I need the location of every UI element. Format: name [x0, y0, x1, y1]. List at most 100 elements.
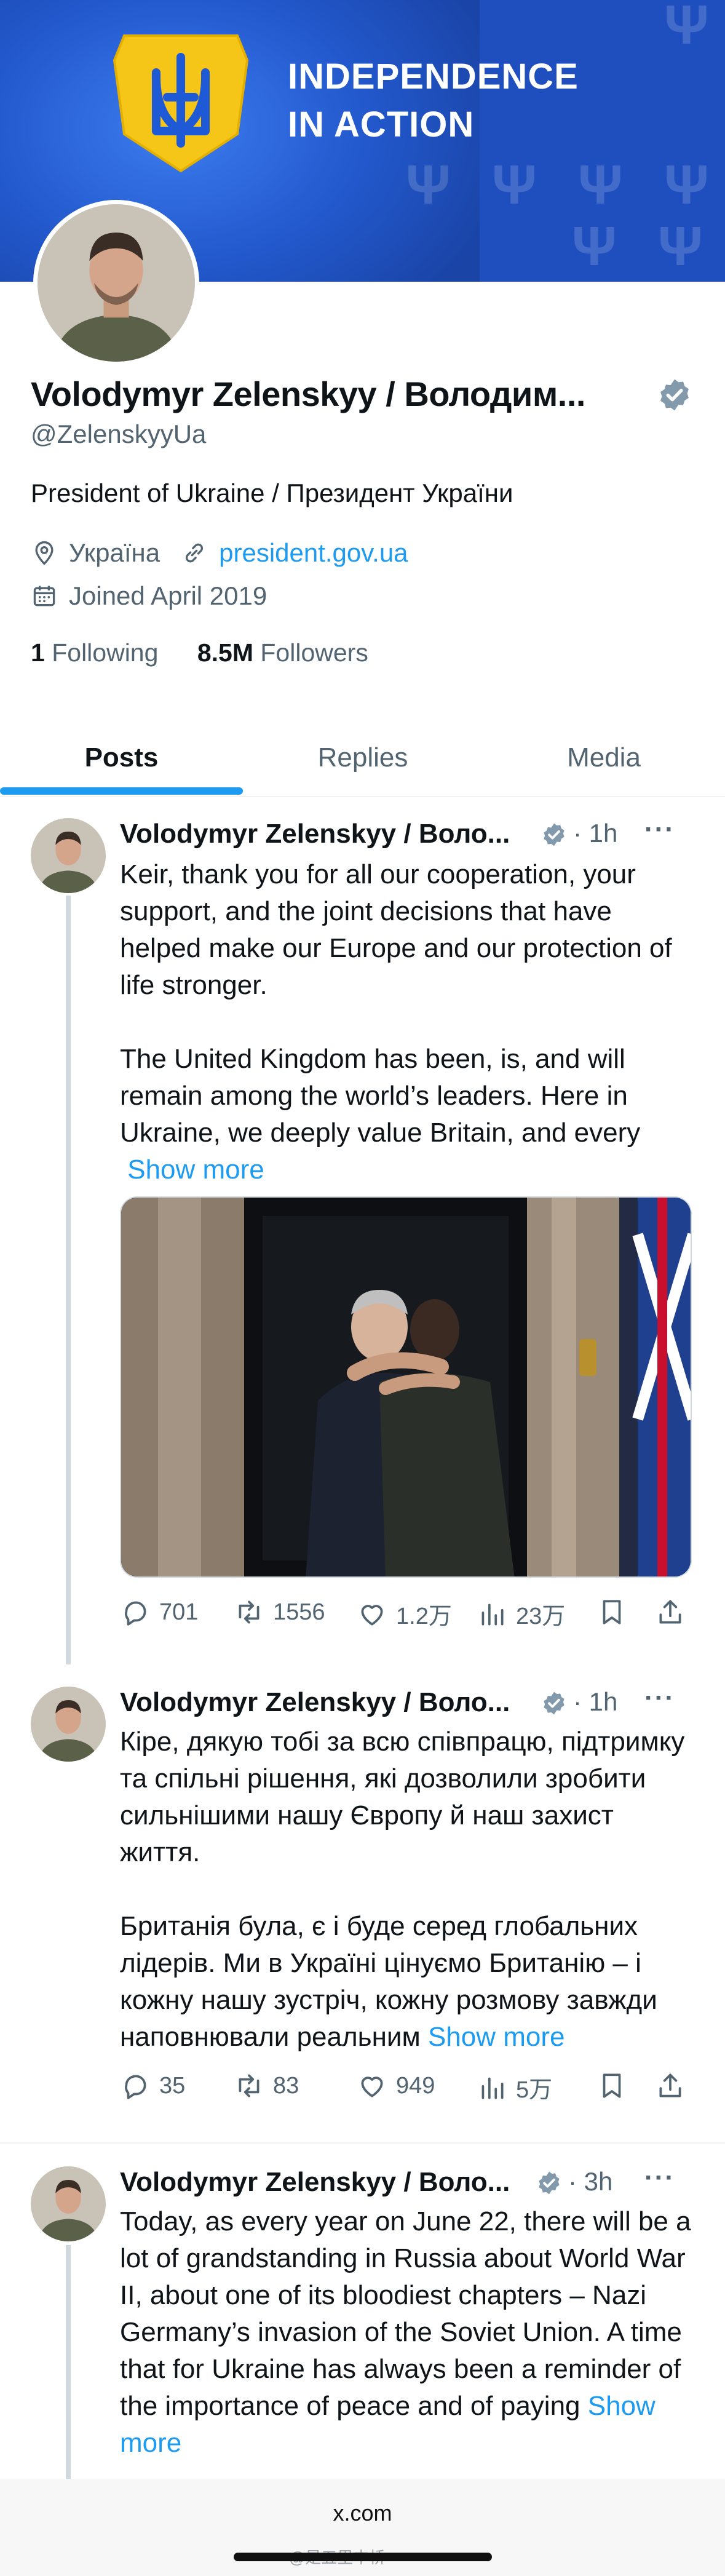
views-button[interactable]: 23万 — [477, 1597, 565, 1631]
profile-joined: Joined April 2019 — [69, 581, 267, 610]
trident-pattern-icon: Ψ — [572, 216, 617, 277]
tweet-avatar[interactable] — [31, 818, 106, 893]
repost-count: 1556 — [273, 1599, 325, 1625]
profile-bio: President of Ukraine / Президент України — [31, 479, 513, 507]
profile-website-link[interactable]: president.gov.ua — [219, 538, 408, 568]
show-more-link[interactable]: Show more — [127, 1155, 264, 1185]
bookmark-button[interactable] — [596, 2070, 636, 2101]
tweet[interactable]: Volodymyr Zelenskyy / Воло... · 1h ··· K… — [0, 797, 725, 1664]
avatar-image — [38, 204, 195, 362]
bookmark-icon — [603, 2073, 621, 2098]
share-button[interactable] — [655, 1597, 694, 1628]
thread-line — [66, 2245, 71, 2479]
tweet-text: Today, as every year on June 22, there w… — [120, 2203, 692, 2462]
more-options-icon[interactable]: ··· — [644, 1683, 675, 1714]
tab-posts[interactable]: Posts — [0, 718, 243, 797]
trident-pattern-icon: Ψ — [406, 154, 451, 216]
following-count: 1 — [31, 638, 45, 667]
tweet-text-content: Кіре, дякую тобі за всю співпрацю, підтр… — [120, 1727, 685, 2052]
views-count: 5万 — [516, 2077, 553, 2103]
trident-pattern-icon: Ψ — [664, 154, 709, 216]
tweet-text-content: Keir, thank you for all our cooperation,… — [120, 859, 672, 1148]
reply-icon — [125, 2075, 146, 2099]
tweet-avatar[interactable] — [31, 1687, 106, 1762]
reply-button[interactable]: 35 — [120, 2070, 185, 2101]
share-icon — [659, 1600, 681, 1624]
verified-badge-icon — [539, 2171, 560, 2195]
ukraine-shield-logo — [113, 34, 249, 173]
tweet-time[interactable]: · 1h — [573, 819, 617, 848]
follow-stats: 1 Following 8.5M Followers — [31, 638, 368, 667]
repost-icon — [239, 1600, 259, 1624]
tweet-avatar[interactable] — [31, 2166, 106, 2241]
profile-location: Україна — [69, 538, 160, 567]
thread-line — [66, 896, 71, 1664]
tweet-image-photo — [121, 1198, 691, 1576]
profile-avatar[interactable] — [33, 200, 199, 366]
tweet-author-name[interactable]: Volodymyr Zelenskyy / Воло... — [120, 819, 510, 849]
address-bar-url[interactable]: x.com — [0, 2500, 725, 2526]
more-options-icon[interactable]: ··· — [644, 814, 675, 845]
verified-badge-icon — [544, 823, 565, 846]
repost-button[interactable]: 83 — [234, 2070, 299, 2101]
share-button[interactable] — [655, 2070, 694, 2101]
home-indicator[interactable] — [234, 2553, 492, 2561]
views-count: 23万 — [516, 1604, 566, 1629]
followers-link[interactable]: 8.5M Followers — [197, 638, 368, 667]
like-count: 949 — [396, 2072, 435, 2099]
profile-meta-row: Україна president.gov.ua — [31, 538, 408, 568]
profile-tabs: Posts Replies Media — [0, 718, 725, 797]
verified-badge-icon — [544, 1691, 565, 1715]
profile-joined-row: Joined April 2019 — [31, 581, 267, 611]
tweet-time[interactable]: · 1h — [573, 1687, 617, 1717]
tweet-text: Keir, thank you for all our cooperation,… — [120, 856, 692, 1188]
trident-pattern-icon: Ψ — [492, 154, 537, 216]
tweet-actions: 35 83 949 5万 — [120, 2070, 695, 2107]
bookmark-icon — [603, 1600, 621, 1624]
trident-pattern-icon: Ψ — [578, 154, 623, 216]
followers-count: 8.5M — [197, 638, 253, 667]
more-options-icon[interactable]: ··· — [644, 2163, 675, 2193]
tweet-image[interactable] — [120, 1196, 692, 1578]
heart-icon — [361, 2077, 383, 2097]
trident-pattern-icon: Ψ — [658, 216, 703, 277]
reply-button[interactable]: 701 — [120, 1597, 198, 1628]
views-chart-icon — [481, 2077, 504, 2099]
tweet-author-name[interactable]: Volodymyr Zelenskyy / Воло... — [120, 2167, 510, 2198]
bookmark-button[interactable] — [596, 1597, 636, 1628]
verified-badge-icon[interactable] — [657, 377, 692, 413]
tab-media[interactable]: Media — [483, 718, 725, 797]
banner-title: INDEPENDENCE IN ACTION — [288, 53, 579, 149]
tweet[interactable]: Volodymyr Zelenskyy / Воло... · 1h ··· К… — [0, 1664, 725, 2144]
reply-icon — [125, 1601, 146, 1626]
banner-title-line: INDEPENDENCE — [288, 57, 579, 97]
following-link[interactable]: 1 Following — [31, 638, 158, 667]
tweet-divider — [0, 2142, 725, 2144]
followers-label: Followers — [260, 638, 368, 667]
tweet-author-name[interactable]: Volodymyr Zelenskyy / Воло... — [120, 1687, 510, 1718]
reply-count: 701 — [159, 1599, 199, 1625]
tweet-text: Кіре, дякую тобі за всю співпрацю, підтр… — [120, 1723, 692, 2056]
tweet-actions: 701 1556 1.2万 23万 — [120, 1597, 695, 1634]
tab-replies[interactable]: Replies — [243, 718, 483, 797]
repost-icon — [239, 2074, 259, 2097]
repost-button[interactable]: 1556 — [234, 1597, 325, 1628]
tweet-time[interactable]: · 3h — [568, 2167, 612, 2196]
profile-handle: @ZelenskyyUa — [31, 419, 207, 448]
calendar-icon — [33, 586, 55, 606]
show-more-link[interactable]: Show more — [428, 2022, 565, 2052]
link-icon — [186, 543, 204, 563]
like-button[interactable]: 949 — [357, 2070, 435, 2101]
views-button[interactable]: 5万 — [477, 2070, 552, 2104]
active-tab-indicator — [0, 787, 243, 795]
tweet[interactable]: Volodymyr Zelenskyy / Воло... · 3h ··· T… — [0, 2144, 725, 2479]
trident-pattern-icon: Ψ — [664, 0, 709, 56]
repost-count: 83 — [273, 2072, 299, 2099]
profile-name: Volodymyr Zelenskyy / Володим... — [31, 375, 585, 413]
reply-count: 35 — [159, 2072, 186, 2099]
location-pin-icon — [35, 541, 53, 565]
following-label: Following — [52, 638, 159, 667]
like-button[interactable]: 1.2万 — [357, 1597, 452, 1631]
views-chart-icon — [481, 1604, 504, 1626]
like-count: 1.2万 — [396, 1604, 452, 1629]
